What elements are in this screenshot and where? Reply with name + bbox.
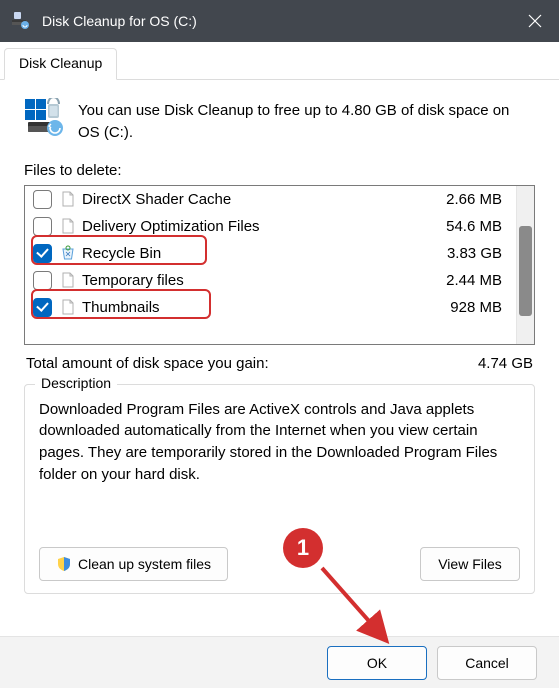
scrollbar-thumb[interactable] xyxy=(519,226,532,316)
tab-row: Disk Cleanup xyxy=(0,42,559,80)
file-list-box: DirectX Shader Cache 2.66 MB Delivery Op… xyxy=(24,185,535,345)
file-name: Delivery Optimization Files xyxy=(82,218,430,235)
file-name: Temporary files xyxy=(82,272,430,289)
cancel-label: Cancel xyxy=(465,655,509,671)
file-name: Thumbnails xyxy=(82,299,430,316)
file-icon xyxy=(60,218,76,234)
file-name: Recycle Bin xyxy=(82,245,430,262)
file-icon xyxy=(60,272,76,288)
file-size: 2.66 MB xyxy=(430,191,510,208)
checkbox[interactable] xyxy=(33,298,52,317)
tab-disk-cleanup[interactable]: Disk Cleanup xyxy=(4,48,117,80)
cleanup-system-files-button[interactable]: Clean up system files xyxy=(39,547,228,581)
file-list: DirectX Shader Cache 2.66 MB Delivery Op… xyxy=(25,186,516,344)
file-row[interactable]: Delivery Optimization Files 54.6 MB xyxy=(25,213,516,240)
checkbox[interactable] xyxy=(33,190,52,209)
file-icon xyxy=(60,299,76,315)
ok-button[interactable]: OK xyxy=(327,646,427,680)
window-title: Disk Cleanup for OS (C:) xyxy=(42,13,197,29)
total-row: Total amount of disk space you gain: 4.7… xyxy=(26,355,533,372)
description-text: Downloaded Program Files are ActiveX con… xyxy=(39,399,520,486)
file-list-scrollbar[interactable] xyxy=(516,186,534,344)
description-legend: Description xyxy=(35,375,117,391)
file-row[interactable]: Thumbnails 928 MB xyxy=(25,294,516,321)
dialog-footer: OK Cancel xyxy=(0,636,559,688)
intro-row: You can use Disk Cleanup to free up to 4… xyxy=(24,98,535,144)
file-size: 2.44 MB xyxy=(430,272,510,289)
cleanup-system-files-label: Clean up system files xyxy=(78,556,211,572)
file-size: 928 MB xyxy=(430,299,510,316)
view-files-label: View Files xyxy=(438,556,502,572)
total-label: Total amount of disk space you gain: xyxy=(26,355,269,372)
file-size: 54.6 MB xyxy=(430,218,510,235)
checkbox[interactable] xyxy=(33,244,52,263)
file-size: 3.83 GB xyxy=(430,245,510,262)
description-group: Description Downloaded Program Files are… xyxy=(24,384,535,594)
file-name: DirectX Shader Cache xyxy=(82,191,430,208)
disk-cleanup-icon xyxy=(12,11,32,31)
file-icon xyxy=(60,191,76,207)
window-titlebar: Disk Cleanup for OS (C:) xyxy=(0,0,559,42)
checkbox[interactable] xyxy=(33,217,52,236)
view-files-button[interactable]: View Files xyxy=(420,547,520,581)
recycle-bin-icon xyxy=(60,245,76,261)
total-value: 4.74 GB xyxy=(478,355,533,372)
close-button[interactable] xyxy=(511,0,559,42)
dialog-body: You can use Disk Cleanup to free up to 4… xyxy=(0,80,559,618)
intro-text: You can use Disk Cleanup to free up to 4… xyxy=(78,98,535,144)
file-row[interactable]: Recycle Bin 3.83 GB xyxy=(25,240,516,267)
checkbox[interactable] xyxy=(33,271,52,290)
file-row[interactable]: DirectX Shader Cache 2.66 MB xyxy=(25,186,516,213)
cancel-button[interactable]: Cancel xyxy=(437,646,537,680)
files-to-delete-label: Files to delete: xyxy=(24,162,535,179)
shield-icon xyxy=(56,556,72,572)
ok-label: OK xyxy=(367,655,387,671)
close-icon xyxy=(528,14,542,28)
disk-cleanup-large-icon xyxy=(24,98,64,138)
file-row[interactable]: Temporary files 2.44 MB xyxy=(25,267,516,294)
